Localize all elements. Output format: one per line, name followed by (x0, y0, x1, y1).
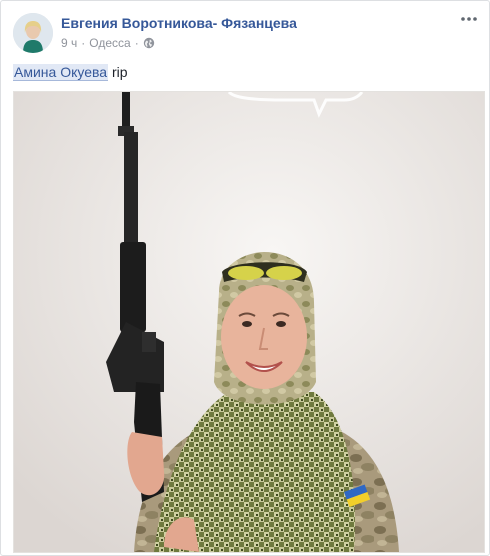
meta-separator: · (81, 36, 86, 50)
globe-icon[interactable] (143, 37, 155, 49)
facebook-post: Евгения Воротникова- Фязанцева 9 ч · Оде… (0, 0, 490, 556)
post-text-suffix: rip (111, 64, 128, 80)
post-text: Амина Окуева rip (13, 64, 128, 81)
post-time[interactable]: 9 ч (61, 36, 77, 50)
mention-link[interactable]: Амина Окуева (13, 64, 109, 81)
post-location[interactable]: Одесса (89, 36, 130, 50)
post-photo[interactable] (13, 91, 485, 553)
author-name[interactable]: Евгения Воротникова- Фязанцева (61, 15, 297, 31)
post-meta: 9 ч · Одесса · (61, 36, 155, 50)
meta-separator: · (134, 36, 139, 50)
more-options-icon[interactable] (457, 11, 481, 27)
author-avatar[interactable] (13, 13, 53, 53)
